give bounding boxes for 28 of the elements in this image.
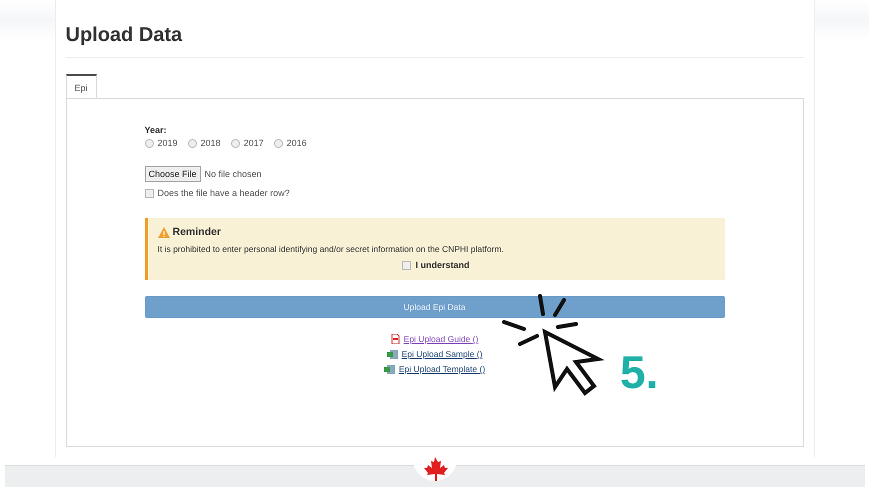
reminder-text: It is prohibited to enter personal identifying and/or secret information on the CNPHI platform.	[158, 244, 505, 254]
radio-label: 2016	[286, 138, 307, 148]
radio-button[interactable]	[274, 138, 283, 148]
spreadsheet-icon	[384, 364, 395, 374]
radio-label: 2018	[200, 138, 221, 148]
reminder-title: Reminder	[172, 226, 221, 238]
maple-leaf-icon	[422, 457, 448, 481]
checkbox[interactable]	[402, 260, 412, 270]
file-status: No file chosen	[204, 169, 262, 179]
radio-button[interactable]	[230, 138, 240, 148]
checkbox-label: I understand	[415, 260, 470, 270]
radio-button[interactable]	[144, 138, 154, 148]
tab[interactable]: Epi	[66, 74, 97, 99]
step-number: 5.	[620, 345, 658, 399]
checkbox[interactable]	[144, 188, 154, 198]
warning-icon	[158, 226, 170, 238]
radio-label: 2019	[158, 138, 178, 148]
radio-label: 2017	[244, 138, 264, 148]
spreadsheet-icon	[386, 349, 398, 359]
checkbox-label: Does the file have a header row?	[158, 188, 290, 198]
year-label: Year:	[144, 125, 168, 135]
download-link[interactable]: Epi Upload Sample ()	[402, 349, 482, 359]
radio-button[interactable]	[188, 138, 197, 148]
download-link[interactable]: Epi Upload Guide ()	[404, 334, 478, 344]
page-title: Upload Data	[66, 24, 804, 58]
choose-file-button[interactable]: Choose File	[144, 166, 201, 182]
pdf-file-icon	[390, 334, 400, 344]
download-link[interactable]: Epi Upload Template ()	[398, 364, 486, 374]
